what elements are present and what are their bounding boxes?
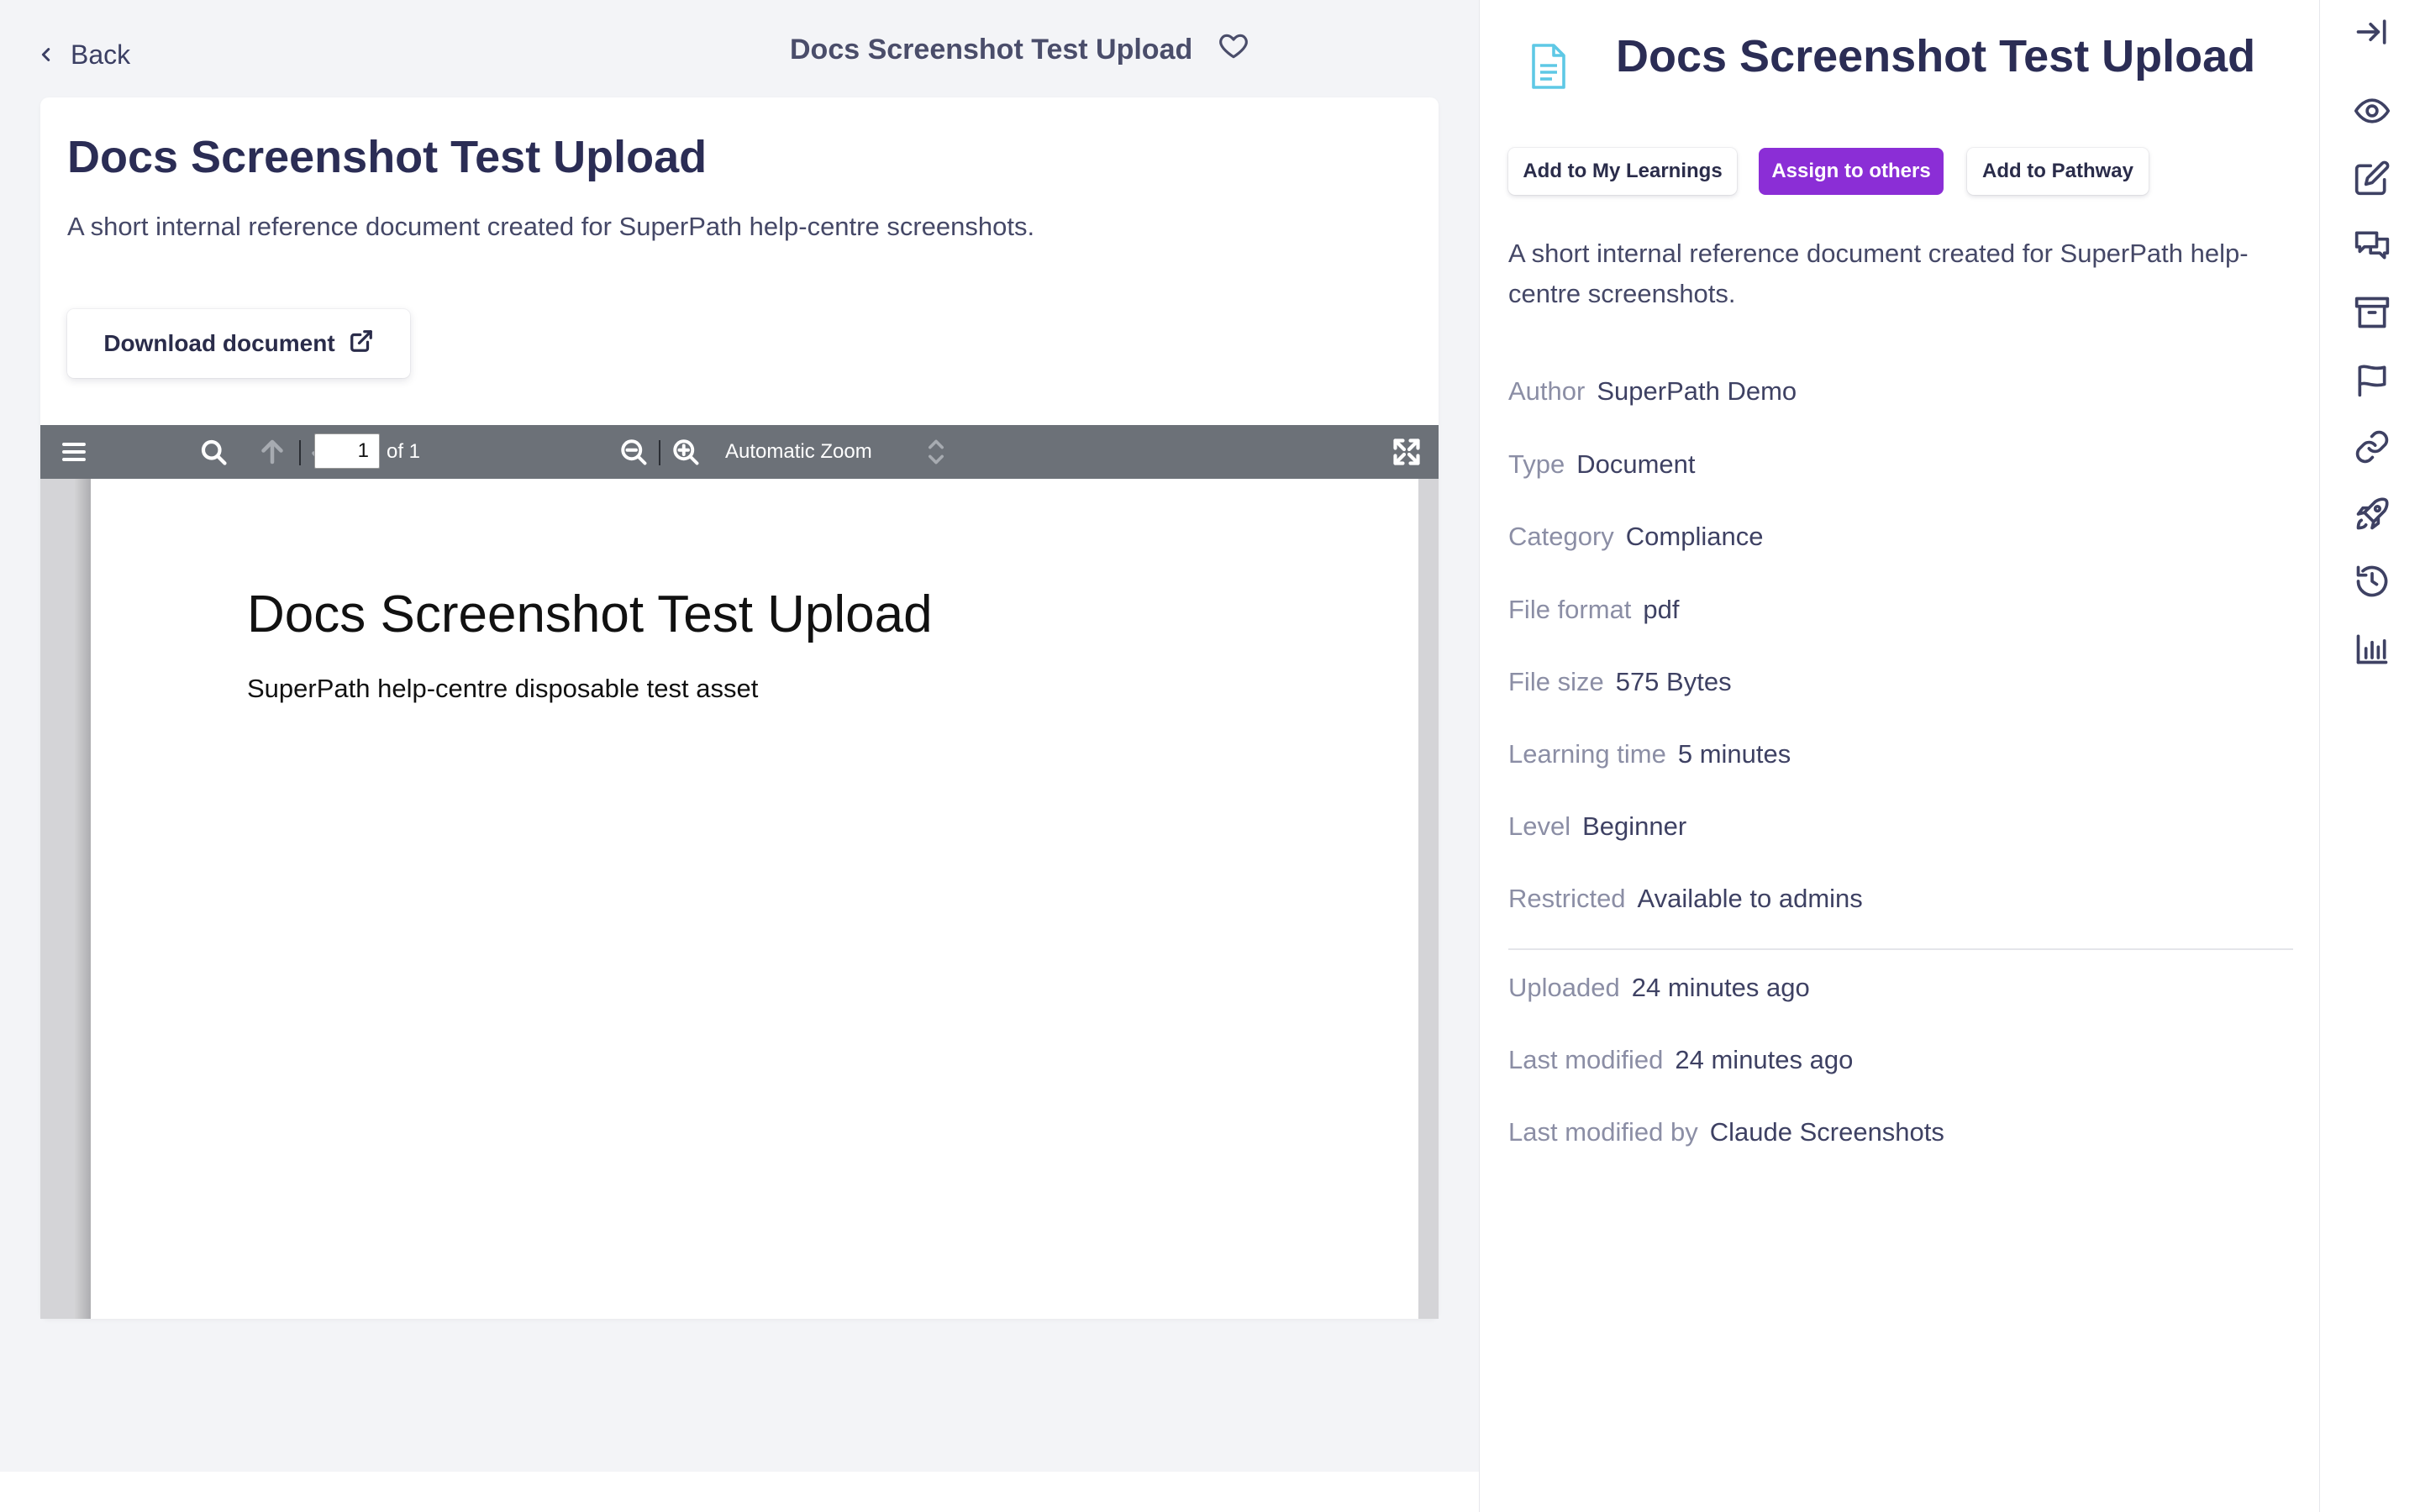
main-content: Back Docs Screenshot Test Upload Docs Sc… xyxy=(0,0,1485,1472)
meta-label: Level xyxy=(1508,811,1571,841)
meta-label: File size xyxy=(1508,667,1604,696)
rocket-icon[interactable] xyxy=(2354,496,2391,533)
search-icon[interactable] xyxy=(192,425,235,479)
top-bar: Back Docs Screenshot Test Upload xyxy=(0,0,1485,94)
action-rail xyxy=(2319,0,2420,1512)
download-document-button[interactable]: Download document xyxy=(67,309,410,378)
pdf-heading: Docs Screenshot Test Upload xyxy=(247,585,933,643)
meta-uploaded: Uploaded 24 minutes ago xyxy=(1508,968,1810,1008)
pdf-viewer: of 1 Automatic Zoom xyxy=(40,425,1439,1319)
toolbar-separator xyxy=(659,440,660,465)
document-title: Docs Screenshot Test Upload xyxy=(67,132,708,182)
meta-value: Document xyxy=(1576,449,1696,479)
meta-learning-time: Learning time 5 minutes xyxy=(1508,734,1791,774)
favorite-heart-icon[interactable] xyxy=(1218,30,1249,70)
meta-label: Learning time xyxy=(1508,739,1666,769)
meta-value: Compliance xyxy=(1625,522,1764,551)
details-title: Docs Screenshot Test Upload xyxy=(1616,31,2256,81)
history-icon[interactable] xyxy=(2354,563,2391,600)
zoom-select[interactable]: Automatic Zoom xyxy=(725,425,994,479)
fullscreen-icon[interactable] xyxy=(1385,425,1428,479)
select-arrows-icon xyxy=(927,437,945,467)
document-description: A short internal reference document crea… xyxy=(67,212,1035,241)
link-icon[interactable] xyxy=(2354,428,2391,465)
document-file-icon xyxy=(1528,42,1569,91)
previous-page-icon[interactable] xyxy=(250,425,294,479)
add-to-my-learnings-button[interactable]: Add to My Learnings xyxy=(1508,148,1737,195)
meta-value: Claude Screenshots xyxy=(1709,1117,1944,1147)
document-card: Docs Screenshot Test Upload A short inte… xyxy=(40,97,1439,1319)
pdf-subtitle: SuperPath help-centre disposable test as… xyxy=(247,674,759,703)
pdf-page: Docs Screenshot Test Upload SuperPath he… xyxy=(91,479,1418,1319)
meta-value: 575 Bytes xyxy=(1615,667,1732,696)
sidebar-toggle-icon[interactable] xyxy=(52,425,96,479)
meta-label: File format xyxy=(1508,595,1632,624)
meta-value: pdf xyxy=(1643,595,1680,624)
pdf-toolbar: of 1 Automatic Zoom xyxy=(40,425,1439,479)
assign-to-others-label: Assign to others xyxy=(1771,160,1931,182)
external-link-icon xyxy=(349,328,374,360)
top-title: Docs Screenshot Test Upload xyxy=(790,29,1249,71)
meta-value: SuperPath Demo xyxy=(1597,376,1797,406)
details-panel: Docs Screenshot Test Upload Add to My Le… xyxy=(1479,0,2319,1512)
meta-label: Author xyxy=(1508,376,1586,406)
meta-category: Category Compliance xyxy=(1508,517,1764,557)
collapse-panel-icon[interactable] xyxy=(2354,13,2391,50)
meta-last-modified: Last modified 24 minutes ago xyxy=(1508,1040,1853,1080)
meta-value: 5 minutes xyxy=(1677,739,1791,769)
page-count: of 1 xyxy=(387,440,421,463)
meta-label: Last modified by xyxy=(1508,1117,1698,1147)
add-to-pathway-button[interactable]: Add to Pathway xyxy=(1967,148,2149,195)
pdf-scroll-area[interactable]: Docs Screenshot Test Upload SuperPath he… xyxy=(40,479,1439,1319)
meta-file-size: File size 575 Bytes xyxy=(1508,662,1732,702)
meta-label: Uploaded xyxy=(1508,973,1620,1002)
meta-label: Category xyxy=(1508,522,1614,551)
edit-icon[interactable] xyxy=(2354,160,2391,197)
page-number-input[interactable] xyxy=(314,433,380,469)
meta-label: Type xyxy=(1508,449,1565,479)
meta-last-modified-by: Last modified by Claude Screenshots xyxy=(1508,1112,1944,1152)
eye-icon[interactable] xyxy=(2354,92,2391,129)
chevron-left-icon xyxy=(37,39,55,71)
meta-label: Last modified xyxy=(1508,1045,1664,1074)
meta-label: Restricted xyxy=(1508,884,1626,913)
comments-icon[interactable] xyxy=(2354,227,2391,264)
zoom-in-icon[interactable] xyxy=(664,425,708,479)
top-title-text: Docs Screenshot Test Upload xyxy=(790,33,1193,66)
add-to-pathway-label: Add to Pathway xyxy=(1981,160,2133,182)
meta-file-format: File format pdf xyxy=(1508,590,1680,630)
back-label: Back xyxy=(71,39,131,70)
meta-value: Available to admins xyxy=(1637,884,1863,913)
zoom-select-value: Automatic Zoom xyxy=(725,440,872,463)
meta-type: Type Document xyxy=(1508,444,1696,485)
assign-to-others-button[interactable]: Assign to others xyxy=(1759,148,1944,195)
details-description: A short internal reference document crea… xyxy=(1508,239,2249,308)
details-divider xyxy=(1508,948,2293,950)
analytics-icon[interactable] xyxy=(2354,630,2391,667)
archive-icon[interactable] xyxy=(2354,294,2391,331)
download-label: Download document xyxy=(103,330,335,356)
zoom-out-icon[interactable] xyxy=(612,425,655,479)
meta-restricted: Restricted Available to admins xyxy=(1508,879,1863,919)
meta-value: 24 minutes ago xyxy=(1675,1045,1854,1074)
add-to-my-learnings-label: Add to My Learnings xyxy=(1523,160,1723,182)
meta-author: Author SuperPath Demo xyxy=(1508,371,1797,412)
flag-icon[interactable] xyxy=(2354,361,2391,398)
meta-level: Level Beginner xyxy=(1508,806,1686,847)
back-button[interactable]: Back xyxy=(37,34,130,76)
meta-value: 24 minutes ago xyxy=(1631,973,1810,1002)
page-shadow xyxy=(74,479,91,1319)
meta-value: Beginner xyxy=(1582,811,1687,841)
bottom-strip xyxy=(0,1472,1479,1512)
